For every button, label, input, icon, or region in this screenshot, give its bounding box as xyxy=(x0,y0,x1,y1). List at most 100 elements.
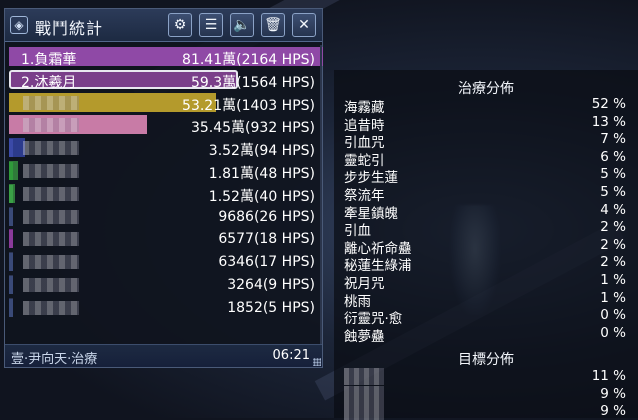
skill-percent: 2 % xyxy=(600,219,626,236)
speaker-icon: 🔈 xyxy=(233,17,251,33)
redacted-player-name xyxy=(23,118,79,133)
redacted-player-name xyxy=(23,300,79,315)
skill-row: 牽星鎮魄 4 % xyxy=(344,201,626,222)
heal-value: 1852(5 HPS) xyxy=(227,299,315,316)
scrollbar[interactable] xyxy=(320,45,322,345)
close-button[interactable]: ✕ xyxy=(292,13,316,37)
class-color-strip xyxy=(9,230,13,249)
heal-value: 3264(9 HPS) xyxy=(227,276,315,293)
redacted-player-name xyxy=(23,232,79,247)
skill-percent: 2 % xyxy=(600,254,626,271)
close-icon: ✕ xyxy=(298,17,310,33)
skill-row: 步步生蓮 5 % xyxy=(344,166,626,186)
stats-row[interactable]: 1.52萬(40 HPS) xyxy=(9,182,323,205)
stats-row[interactable]: 3264(9 HPS) xyxy=(9,273,323,296)
skill-row: 海霧藏 52 % xyxy=(344,96,626,116)
target-percent: 9 % xyxy=(600,403,626,420)
skill-percent: 13 % xyxy=(591,113,626,130)
compass-icon[interactable]: ◈ xyxy=(10,16,28,34)
skill-name: 蝕夢蠱 xyxy=(344,328,385,345)
skill-row: 蝕夢蠱 0 % xyxy=(344,324,626,345)
skill-percent: 5 % xyxy=(600,166,626,183)
skill-row: 引血咒 7 % xyxy=(344,131,626,151)
redacted-player-name xyxy=(23,277,79,292)
target-row: 9 % xyxy=(344,403,626,420)
class-color-strip xyxy=(9,139,13,158)
skill-percent: 2 % xyxy=(600,236,626,253)
redacted-player-name xyxy=(23,141,79,156)
skill-percent: 0 % xyxy=(600,307,626,324)
panel-titlebar[interactable]: ◈ 戰鬥統計 ⚙ ☰ 🔈 🗑 ✕ xyxy=(5,9,322,42)
skill-row: 靈蛇引 6 % xyxy=(344,148,626,169)
redacted-player-name xyxy=(23,209,79,224)
menu-button[interactable]: ☰ xyxy=(199,13,223,37)
redacted-player-name xyxy=(23,163,79,178)
class-color-strip xyxy=(9,275,13,294)
redacted-target-name xyxy=(344,403,384,420)
target-percent: 9 % xyxy=(600,385,626,402)
stats-row[interactable]: 53.21萬(1403 HPS) xyxy=(9,91,323,114)
class-color-strip xyxy=(9,184,13,203)
combat-stats-panel: ◈ 戰鬥統計 ⚙ ☰ 🔈 🗑 ✕ 1.負霜華 81.41萬(2164 HPS) 2.沐羲月 5… xyxy=(4,8,323,368)
settings-button[interactable]: ⚙ xyxy=(168,13,192,37)
clear-button[interactable]: 🗑 xyxy=(261,13,285,37)
player-name: 2.沐羲月 xyxy=(21,74,77,91)
redacted-target-name xyxy=(344,368,384,385)
resize-grip-icon[interactable] xyxy=(313,358,321,366)
heal-value: 35.45萬(932 HPS) xyxy=(190,120,315,137)
menu-icon: ☰ xyxy=(204,17,218,33)
heal-value: 6346(17 HPS) xyxy=(218,254,315,271)
heal-value: 6577(18 HPS) xyxy=(218,231,315,248)
heal-value: 81.41萬(2164 HPS) xyxy=(182,52,315,68)
stats-row[interactable]: 3.52萬(94 HPS) xyxy=(9,136,323,159)
detail-panel: 治療分佈 海霧藏 52 % 追昔時 13 % 引血咒 7 % 靈蛇引 6 % 步步生蓮 5 % 祭流… xyxy=(334,70,638,420)
heal-value: 59.3萬(1564 HPS) xyxy=(190,74,315,91)
trash-icon: 🗑 xyxy=(264,17,282,33)
skill-percent: 1 % xyxy=(600,272,626,288)
skill-row: 桃雨 1 % xyxy=(344,289,626,310)
skill-row: 秘蓮生綠浦 2 % xyxy=(344,254,626,274)
target-row: 9 % xyxy=(344,385,626,403)
stats-row[interactable]: 9686(26 HPS) xyxy=(9,205,323,228)
elapsed-time: 06:21 xyxy=(272,348,310,363)
class-color-strip xyxy=(9,207,13,226)
skill-percent: 5 % xyxy=(600,184,626,200)
skill-percent: 52 % xyxy=(591,96,626,112)
skill-row: 引血 2 % xyxy=(344,219,626,239)
skill-row: 離心祈命蠱 2 % xyxy=(344,236,626,257)
class-color-strip xyxy=(9,298,13,317)
heal-value: 1.81萬(48 HPS) xyxy=(208,165,315,182)
stats-row[interactable]: 35.45萬(932 HPS) xyxy=(9,113,323,136)
skill-row: 祝月咒 1 % xyxy=(344,272,626,292)
stats-row[interactable]: 1852(5 HPS) xyxy=(9,296,323,319)
heal-value: 3.52萬(94 HPS) xyxy=(208,143,315,160)
target-row: 11 % xyxy=(344,368,626,385)
stats-row[interactable]: 1.81萬(48 HPS) xyxy=(9,159,323,182)
target-percent: 11 % xyxy=(591,368,626,384)
stats-row[interactable]: 2.沐羲月 59.3萬(1564 HPS) xyxy=(9,68,323,91)
stats-row[interactable]: 6577(18 HPS) xyxy=(9,227,323,250)
skill-percent: 0 % xyxy=(600,324,626,341)
class-color-strip xyxy=(9,161,13,180)
mode-label[interactable]: 壹‧尹向天‧治療 xyxy=(11,348,97,367)
sound-button[interactable]: 🔈 xyxy=(230,13,254,37)
redacted-target-name xyxy=(344,385,384,403)
stats-row[interactable]: 6346(17 HPS) xyxy=(9,250,323,273)
skill-row: 衍靈咒‧愈 0 % xyxy=(344,307,626,327)
target-distribution-title: 目標分佈 xyxy=(458,352,514,368)
class-color-strip xyxy=(9,253,13,272)
skill-percent: 4 % xyxy=(600,201,626,218)
redacted-player-name xyxy=(23,186,79,201)
skill-row: 追昔時 13 % xyxy=(344,113,626,134)
redacted-player-name xyxy=(23,255,79,270)
heal-value: 53.21萬(1403 HPS) xyxy=(182,97,315,114)
panel-footer: 壹‧尹向天‧治療 06:21 xyxy=(5,344,322,367)
skill-percent: 6 % xyxy=(600,148,626,165)
skill-percent: 7 % xyxy=(600,131,626,148)
heal-distribution-title: 治療分佈 xyxy=(458,81,514,97)
skill-percent: 1 % xyxy=(600,289,626,306)
redacted-player-name xyxy=(23,95,79,110)
heal-value: 9686(26 HPS) xyxy=(218,208,315,225)
stats-row[interactable]: 1.負霜華 81.41萬(2164 HPS) xyxy=(9,45,323,68)
gear-icon: ⚙ xyxy=(173,17,187,33)
